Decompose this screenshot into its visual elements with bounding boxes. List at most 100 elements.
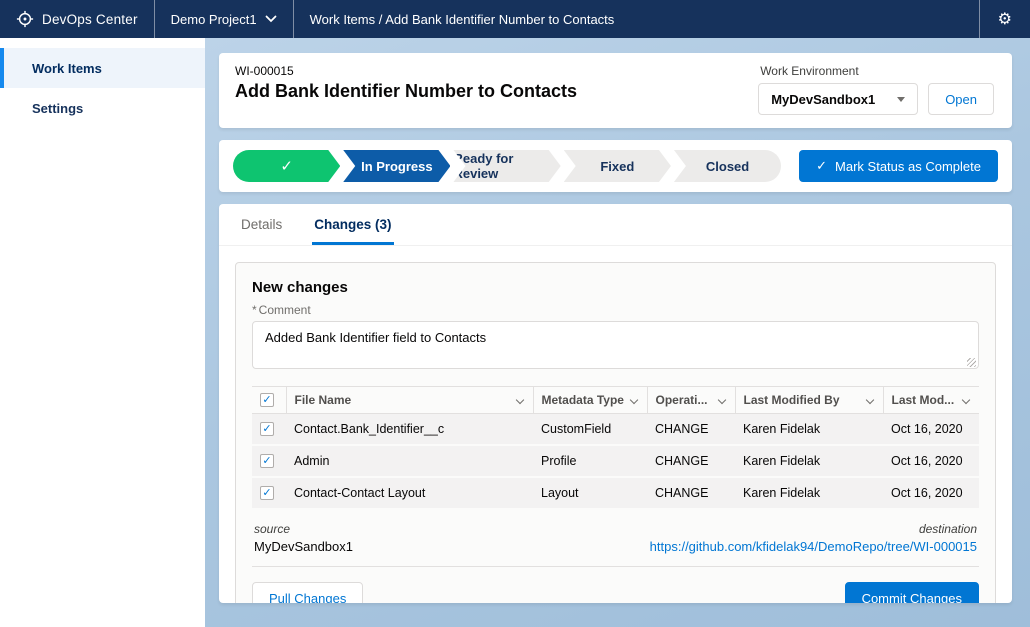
chevron-down-icon[interactable] xyxy=(865,396,873,404)
cell-last-modified-by: Karen Fidelak xyxy=(735,414,883,446)
check-icon: ✓ xyxy=(280,157,293,175)
settings-gear-button[interactable]: ⚙ xyxy=(980,0,1030,38)
check-icon: ✓ xyxy=(262,456,271,467)
panel-actions: Pull Changes Commit Changes xyxy=(252,582,979,603)
project-selector[interactable]: Demo Project1 xyxy=(155,0,293,38)
cell-last-modified-by: Karen Fidelak xyxy=(735,477,883,509)
gear-icon: ⚙ xyxy=(998,9,1012,29)
column-header-file-name[interactable]: File Name xyxy=(286,387,533,414)
app-name: DevOps Center xyxy=(42,12,138,27)
table-header-row: ✓ File Name Metadata Type Operati... Las… xyxy=(252,387,979,414)
comment-label: *Comment xyxy=(252,303,979,317)
tab-changes[interactable]: Changes (3) xyxy=(312,204,393,245)
status-path-card: ✓ In Progress Ready for Review Fixed Clo… xyxy=(219,140,1012,192)
path-stage-fixed[interactable]: Fixed xyxy=(564,150,671,182)
sidebar-item-label: Settings xyxy=(32,101,83,116)
row-checkbox[interactable]: ✓ xyxy=(260,486,274,500)
cell-file-name: Admin xyxy=(286,445,533,477)
path-stage-label: Ready for Review xyxy=(453,151,560,181)
work-environment-select[interactable]: MyDevSandbox1 xyxy=(758,83,918,115)
row-checkbox[interactable]: ✓ xyxy=(260,422,274,436)
table-row: ✓ Admin Profile CHANGE Karen Fidelak Oct… xyxy=(252,445,979,477)
cell-last-modified-by: Karen Fidelak xyxy=(735,445,883,477)
destination-label: destination xyxy=(650,522,977,536)
path-stage-completed[interactable]: ✓ xyxy=(233,150,340,182)
source-block: source MyDevSandbox1 xyxy=(254,522,353,554)
source-value: MyDevSandbox1 xyxy=(254,539,353,554)
sidebar-item-work-items[interactable]: Work Items xyxy=(0,48,205,88)
cell-last-modified-date: Oct 16, 2020 xyxy=(883,445,979,477)
tab-details[interactable]: Details xyxy=(239,204,284,245)
check-icon: ✓ xyxy=(262,424,271,435)
table-row: ✓ Contact.Bank_Identifier__c CustomField… xyxy=(252,414,979,446)
chevron-down-icon xyxy=(265,15,277,23)
work-environment-label: Work Environment xyxy=(760,64,994,78)
chevron-down-icon[interactable] xyxy=(629,396,637,404)
work-environment-value: MyDevSandbox1 xyxy=(771,92,875,107)
column-label: Last Modified By xyxy=(744,393,840,407)
work-item-id: WI-000015 xyxy=(235,64,577,78)
cell-last-modified-date: Oct 16, 2020 xyxy=(883,414,979,446)
panel-heading: New changes xyxy=(252,279,979,296)
path-stage-ready-for-review[interactable]: Ready for Review xyxy=(453,150,560,182)
check-icon: ✓ xyxy=(262,395,271,406)
source-destination-row: source MyDevSandbox1 destination https:/… xyxy=(252,510,979,567)
open-button[interactable]: Open xyxy=(928,83,994,115)
cell-operation: CHANGE xyxy=(647,477,735,509)
table-row: ✓ Contact-Contact Layout Layout CHANGE K… xyxy=(252,477,979,509)
sidebar-item-settings[interactable]: Settings xyxy=(0,88,205,128)
destination-link[interactable]: https://github.com/kfidelak94/DemoRepo/t… xyxy=(650,539,977,554)
source-label: source xyxy=(254,522,353,536)
cell-last-modified-date: Oct 16, 2020 xyxy=(883,477,979,509)
column-header-last-modified-date[interactable]: Last Mod... xyxy=(883,387,979,414)
path-stage-in-progress[interactable]: In Progress xyxy=(343,150,450,182)
devops-center-logo-icon xyxy=(16,10,34,28)
check-icon: ✓ xyxy=(816,158,827,174)
pull-changes-button[interactable]: Pull Changes xyxy=(252,582,363,603)
column-header-metadata-type[interactable]: Metadata Type xyxy=(533,387,647,414)
tab-bar: Details Changes (3) xyxy=(219,204,1012,246)
cell-file-name: Contact-Contact Layout xyxy=(286,477,533,509)
content-area: WI-000015 Add Bank Identifier Number to … xyxy=(205,38,1030,627)
select-all-header[interactable]: ✓ xyxy=(252,387,286,414)
project-selector-label: Demo Project1 xyxy=(171,12,257,27)
sidebar: Work Items Settings xyxy=(0,38,205,627)
status-path: ✓ In Progress Ready for Review Fixed Clo… xyxy=(233,150,781,182)
nav-spacer xyxy=(630,0,978,38)
path-stage-label: In Progress xyxy=(361,159,433,174)
app-brand: DevOps Center xyxy=(0,0,154,38)
comment-label-text: Comment xyxy=(259,303,311,317)
sidebar-item-label: Work Items xyxy=(32,61,102,76)
column-header-last-modified-by[interactable]: Last Modified By xyxy=(735,387,883,414)
top-navbar: DevOps Center Demo Project1 Work Items /… xyxy=(0,0,1030,38)
path-stage-closed[interactable]: Closed xyxy=(674,150,781,182)
column-header-operation[interactable]: Operati... xyxy=(647,387,735,414)
mark-status-complete-button[interactable]: ✓ Mark Status as Complete xyxy=(799,150,998,182)
column-label: Last Mod... xyxy=(892,393,955,407)
column-label: Operati... xyxy=(656,393,708,407)
row-checkbox[interactable]: ✓ xyxy=(260,454,274,468)
required-asterisk: * xyxy=(252,303,257,317)
path-stage-label: Closed xyxy=(706,159,749,174)
cell-operation: CHANGE xyxy=(647,414,735,446)
chevron-down-icon[interactable] xyxy=(515,396,523,404)
path-stage-label: Fixed xyxy=(600,159,634,174)
cell-metadata-type: Layout xyxy=(533,477,647,509)
destination-block: destination https://github.com/kfidelak9… xyxy=(650,522,977,554)
work-item-header-card: WI-000015 Add Bank Identifier Number to … xyxy=(219,53,1012,128)
commit-changes-button[interactable]: Commit Changes xyxy=(845,582,979,603)
cell-metadata-type: Profile xyxy=(533,445,647,477)
dropdown-arrow-icon xyxy=(897,97,905,102)
cell-file-name: Contact.Bank_Identifier__c xyxy=(286,414,533,446)
comment-input[interactable]: Added Bank Identifier field to Contacts xyxy=(252,321,979,369)
work-item-detail-card: Details Changes (3) New changes *Comment… xyxy=(219,204,1012,603)
chevron-down-icon[interactable] xyxy=(962,396,970,404)
column-label: File Name xyxy=(295,393,352,407)
select-all-checkbox[interactable]: ✓ xyxy=(260,393,274,407)
page-title: Add Bank Identifier Number to Contacts xyxy=(235,81,577,102)
column-label: Metadata Type xyxy=(542,393,624,407)
cell-metadata-type: CustomField xyxy=(533,414,647,446)
mark-status-complete-label: Mark Status as Complete xyxy=(835,159,981,174)
breadcrumb[interactable]: Work Items / Add Bank Identifier Number … xyxy=(310,12,615,27)
chevron-down-icon[interactable] xyxy=(717,396,725,404)
